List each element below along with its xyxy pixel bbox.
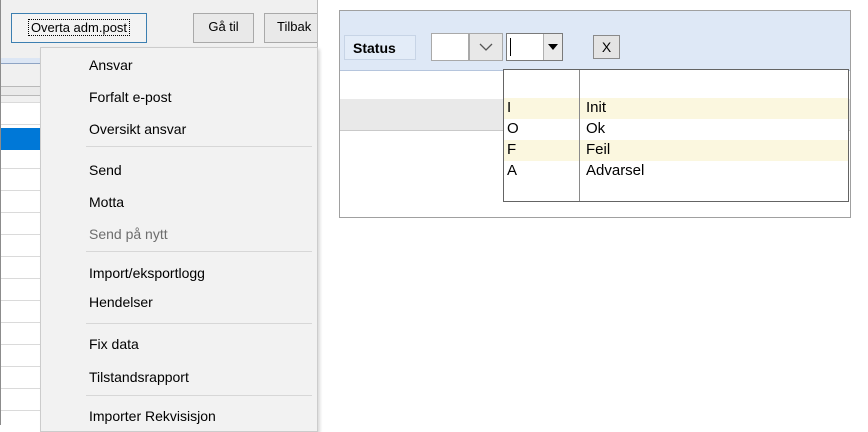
menu-item-tilstandsrapport[interactable]: Tilstandsrapport [89, 366, 189, 388]
menu-item-fix-data[interactable]: Fix data [89, 333, 139, 355]
menu-item-oversikt-ansvar[interactable]: Oversikt ansvar [89, 118, 186, 140]
text-caret [510, 38, 511, 56]
grid-row-line [1, 300, 41, 301]
grid-row-line [1, 168, 41, 169]
ga-til-button[interactable]: Gå til [193, 13, 254, 43]
menu-item-forfalt-e-post[interactable]: Forfalt e-post [89, 86, 171, 108]
menu-separator [86, 323, 312, 324]
status-code-input[interactable] [431, 33, 469, 61]
grid-row-line [1, 278, 41, 279]
selected-grid-row[interactable] [1, 128, 41, 150]
menu-separator [86, 395, 312, 396]
menu-item-hendelser[interactable]: Hendelser [89, 291, 153, 313]
grid-row-line [1, 102, 41, 103]
grid-row-line [1, 256, 41, 257]
dropdown-option-empty[interactable] [504, 70, 848, 91]
dropdown-option-init[interactable]: I Init [504, 98, 848, 119]
overta-adm-post-label: Overta adm.post [27, 19, 131, 36]
option-code: F [507, 141, 517, 158]
grid-row-line [1, 322, 41, 323]
chevron-down-icon [479, 43, 493, 51]
grid-row-line [1, 124, 41, 125]
overta-adm-post-button[interactable]: Overta adm.post [11, 13, 147, 43]
menu-item-import-eksportlogg[interactable]: Import/eksportlogg [89, 262, 205, 284]
menu-item-send[interactable]: Send [89, 159, 122, 181]
filter-toolbar: Status X [340, 11, 850, 71]
clear-filter-button[interactable]: X [593, 35, 620, 59]
tilbake-button[interactable]: Tilbak [264, 13, 317, 43]
status-dropdown-list: I Init O Ok F Feil A Advarsel [503, 69, 849, 202]
triangle-down-icon [548, 44, 558, 50]
dropdown-option-ok[interactable]: O Ok [504, 119, 848, 140]
menu-separator [86, 146, 312, 147]
option-description: Feil [586, 141, 611, 158]
dropdown-option-advarsel[interactable]: A Advarsel [504, 161, 848, 182]
status-label: Status [344, 35, 416, 60]
grid-row-line [1, 190, 41, 191]
grid-row-line [1, 212, 41, 213]
option-description: Advarsel [586, 162, 645, 179]
option-description: Ok [586, 120, 606, 137]
menu-item-send-pa-nytt: Send på nytt [89, 226, 168, 242]
grid-row-line [1, 410, 41, 411]
option-code: I [507, 99, 512, 116]
status-code-dropdown-button[interactable] [469, 33, 503, 61]
menu-item-motta[interactable]: Motta [89, 191, 124, 213]
menu-separator [86, 251, 312, 252]
status-combo-arrow-button[interactable] [543, 34, 562, 60]
option-code: A [507, 162, 518, 179]
context-menu: Ansvar Forfalt e-post Oversikt ansvar Se… [40, 47, 318, 432]
menu-item-ansvar[interactable]: Ansvar [89, 54, 133, 76]
menu-item-importer-rekvisisjon[interactable]: Importer Rekvisisjon [89, 405, 216, 427]
grid-row-line [1, 388, 41, 389]
option-code: O [507, 120, 519, 137]
grid-row-line [1, 366, 41, 367]
dropdown-column-divider [579, 70, 580, 201]
option-description: Init [586, 99, 607, 116]
dropdown-option-feil[interactable]: F Feil [504, 140, 848, 161]
grid-row-line [1, 344, 41, 345]
grid-row-line [1, 234, 41, 235]
